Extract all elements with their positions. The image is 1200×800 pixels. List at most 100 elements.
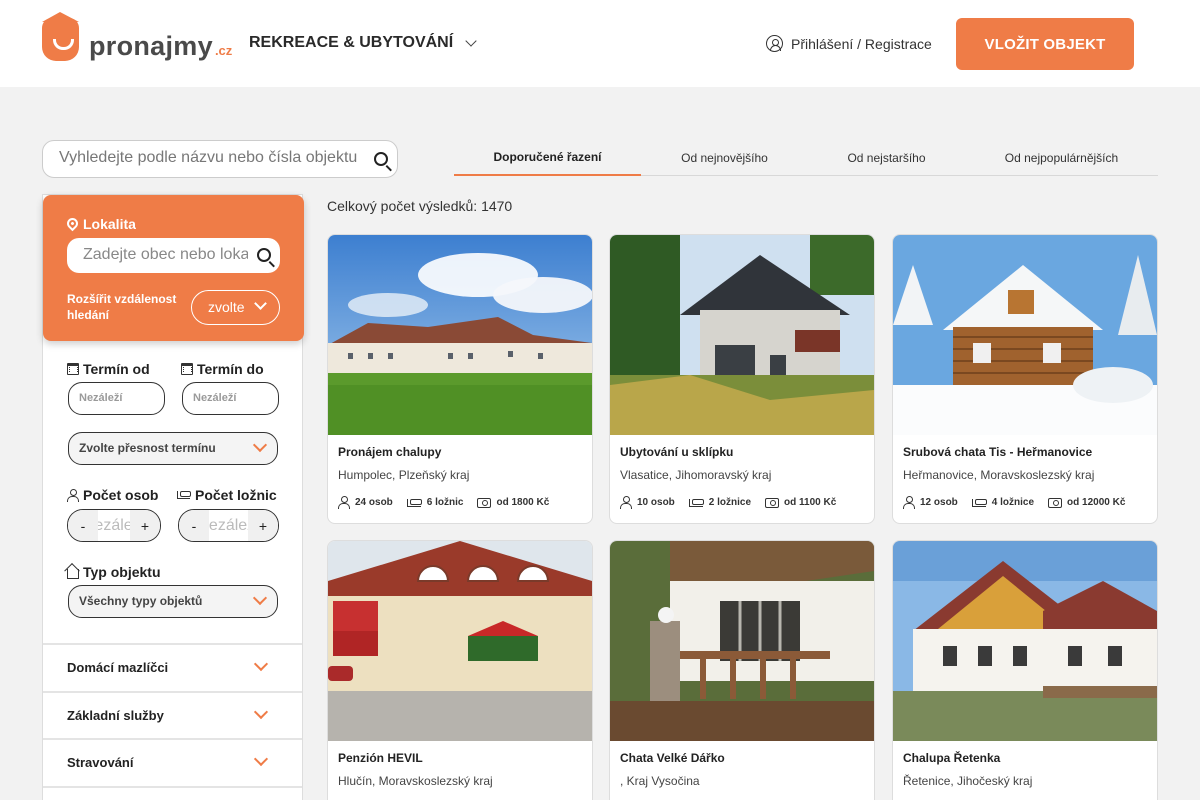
logo-text: pronajmy — [89, 31, 213, 61]
listing-title[interactable]: Penzión HEVIL — [338, 751, 423, 765]
price-icon — [477, 497, 492, 508]
search-input[interactable] — [59, 149, 359, 167]
header: pronajmy .cz REKREACE & UBYTOVÁNÍ Přihlá… — [0, 0, 1200, 87]
login-label: Přihlášení / Registrace — [791, 35, 932, 52]
bedrooms-minus-button[interactable]: - — [179, 510, 209, 541]
persons-stepper: - Nezáleží + — [67, 509, 161, 542]
accordion-label: Stravování — [67, 755, 134, 770]
logo-house-icon — [42, 12, 79, 61]
type-label: Typ objektu — [67, 564, 161, 580]
listing-location: Hlučín, Moravskoslezský kraj — [338, 774, 493, 788]
category-label: REKREACE & UBYTOVÁNÍ — [249, 34, 454, 51]
location-pin-icon — [64, 215, 81, 232]
listing-persons: 24 osob — [355, 497, 393, 508]
listing-title[interactable]: Ubytování u sklípku — [620, 445, 733, 459]
bedrooms-text: Počet ložnic — [195, 487, 277, 503]
date-from-label: Termín od — [67, 361, 150, 377]
sort-tabs: Doporučené řazení Od nejnovějšího Od nej… — [454, 140, 1158, 176]
person-icon — [67, 488, 79, 502]
person-icon — [338, 496, 350, 509]
listing-photo[interactable] — [610, 235, 874, 435]
bedrooms-value[interactable]: Nezáleží — [209, 510, 248, 541]
listing-card[interactable]: Chata Velké Dářko , Kraj Vysočina — [609, 540, 875, 800]
listing-card[interactable]: Chalupa Řetenka Řetenice, Jihočeský kraj — [892, 540, 1158, 800]
search-icon[interactable] — [374, 152, 388, 166]
date-to-label: Termín do — [181, 361, 264, 377]
type-select[interactable]: Všechny typy objektů — [68, 585, 278, 618]
accordion-basic-services[interactable]: Základní služby — [43, 691, 302, 739]
date-precision-select[interactable]: Zvolte přesnost termínu — [68, 432, 278, 465]
bed-icon — [971, 498, 987, 507]
listing-photo[interactable] — [328, 235, 592, 435]
listing-title[interactable]: Chata Velké Dářko — [620, 751, 725, 765]
listing-card[interactable]: Penzión HEVIL Hlučín, Moravskoslezský kr… — [327, 540, 593, 800]
bed-icon — [406, 498, 422, 507]
bedrooms-label: Počet ložnic — [177, 487, 277, 503]
location-panel: Lokalita Rozšířit vzdálenost hledání zvo… — [43, 195, 304, 341]
tab-newest[interactable]: Od nejnovějšího — [641, 140, 808, 175]
listing-price: od 1800 Kč — [496, 497, 550, 508]
listing-card[interactable]: Srubová chata Tis - Heřmanovice Heřmanov… — [892, 234, 1158, 524]
listing-title[interactable]: Srubová chata Tis - Heřmanovice — [903, 445, 1092, 459]
listing-photo[interactable] — [610, 541, 874, 741]
listing-price: od 1100 Kč — [784, 497, 837, 508]
tab-oldest[interactable]: Od nejstaršího — [808, 140, 965, 175]
radius-value: zvolte — [208, 299, 245, 315]
persons-minus-button[interactable]: - — [68, 510, 98, 541]
listing-photo[interactable] — [893, 235, 1157, 435]
logo-tld: .cz — [214, 43, 233, 58]
listing-location: Vlasatice, Jihomoravský kraj — [620, 468, 772, 482]
filter-sidebar: Lokalita Rozšířit vzdálenost hledání zvo… — [42, 194, 304, 800]
listing-card[interactable]: Pronájem chalupy Humpolec, Plzeňský kraj… — [327, 234, 593, 524]
date-to-input[interactable]: Nezáleží — [182, 382, 279, 415]
search-box — [42, 140, 398, 178]
results-count: Celkový počet výsledků: 1470 — [327, 198, 513, 214]
listing-card[interactable]: Ubytování u sklípku Vlasatice, Jihomorav… — [609, 234, 875, 524]
date-from-text: Termín od — [83, 361, 150, 377]
tab-most-popular[interactable]: Od nejpopulárnějších — [965, 140, 1158, 175]
location-input[interactable] — [83, 246, 248, 264]
login-link[interactable]: Přihlášení / Registrace — [766, 35, 932, 52]
listing-meta: 12 osob 4 ložnice od 12000 Kč — [903, 496, 1153, 509]
listing-location: Humpolec, Plzeňský kraj — [338, 468, 470, 482]
chevron-down-icon — [252, 590, 268, 606]
person-icon — [903, 496, 915, 509]
accordion-catering[interactable]: Stravování — [43, 738, 302, 786]
listing-photo[interactable] — [893, 541, 1157, 741]
bed-icon — [177, 491, 191, 499]
listing-location: , Kraj Vysočina — [620, 774, 700, 788]
bedrooms-plus-button[interactable]: + — [248, 510, 278, 541]
price-icon — [765, 497, 780, 508]
persons-plus-button[interactable]: + — [130, 510, 160, 541]
accordion-label: Domácí mazlíčci — [67, 660, 169, 675]
persons-value[interactable]: Nezáleží — [98, 510, 130, 541]
add-listing-button[interactable]: VLOŽIT OBJEKT — [956, 18, 1134, 70]
category-dropdown[interactable]: REKREACE & UBYTOVÁNÍ — [249, 34, 477, 52]
radius-select[interactable]: zvolte — [191, 290, 280, 325]
price-icon — [1048, 497, 1063, 508]
listing-location: Řetenice, Jihočeský kraj — [903, 774, 1033, 788]
radius-label: Rozšířit vzdálenost hledání — [67, 292, 177, 322]
date-from-input[interactable]: Nezáleží — [68, 382, 165, 415]
logo[interactable]: pronajmy .cz — [42, 12, 233, 61]
calendar-icon — [181, 363, 193, 375]
accordion-more[interactable] — [43, 786, 302, 800]
user-icon — [766, 35, 783, 52]
search-icon[interactable] — [257, 248, 271, 262]
listing-title[interactable]: Chalupa Řetenka — [903, 751, 1000, 765]
bed-icon — [688, 498, 704, 507]
listing-bedrooms: 2 ložnice — [708, 497, 752, 508]
bedrooms-stepper: - Nezáleží + — [178, 509, 279, 542]
listing-title[interactable]: Pronájem chalupy — [338, 445, 441, 459]
location-field — [67, 238, 280, 273]
chevron-down-icon — [253, 656, 269, 672]
accordion-label: Základní služby — [67, 708, 164, 723]
chevron-down-icon — [252, 437, 268, 453]
tab-recommended[interactable]: Doporučené řazení — [454, 140, 641, 176]
date-to-text: Termín do — [197, 361, 264, 377]
listing-photo[interactable] — [328, 541, 592, 741]
accordion-pets[interactable]: Domácí mazlíčci — [43, 643, 302, 691]
calendar-icon — [67, 363, 79, 375]
listing-persons: 12 osob — [920, 497, 958, 508]
listing-bedrooms: 4 ložnice — [991, 497, 1035, 508]
